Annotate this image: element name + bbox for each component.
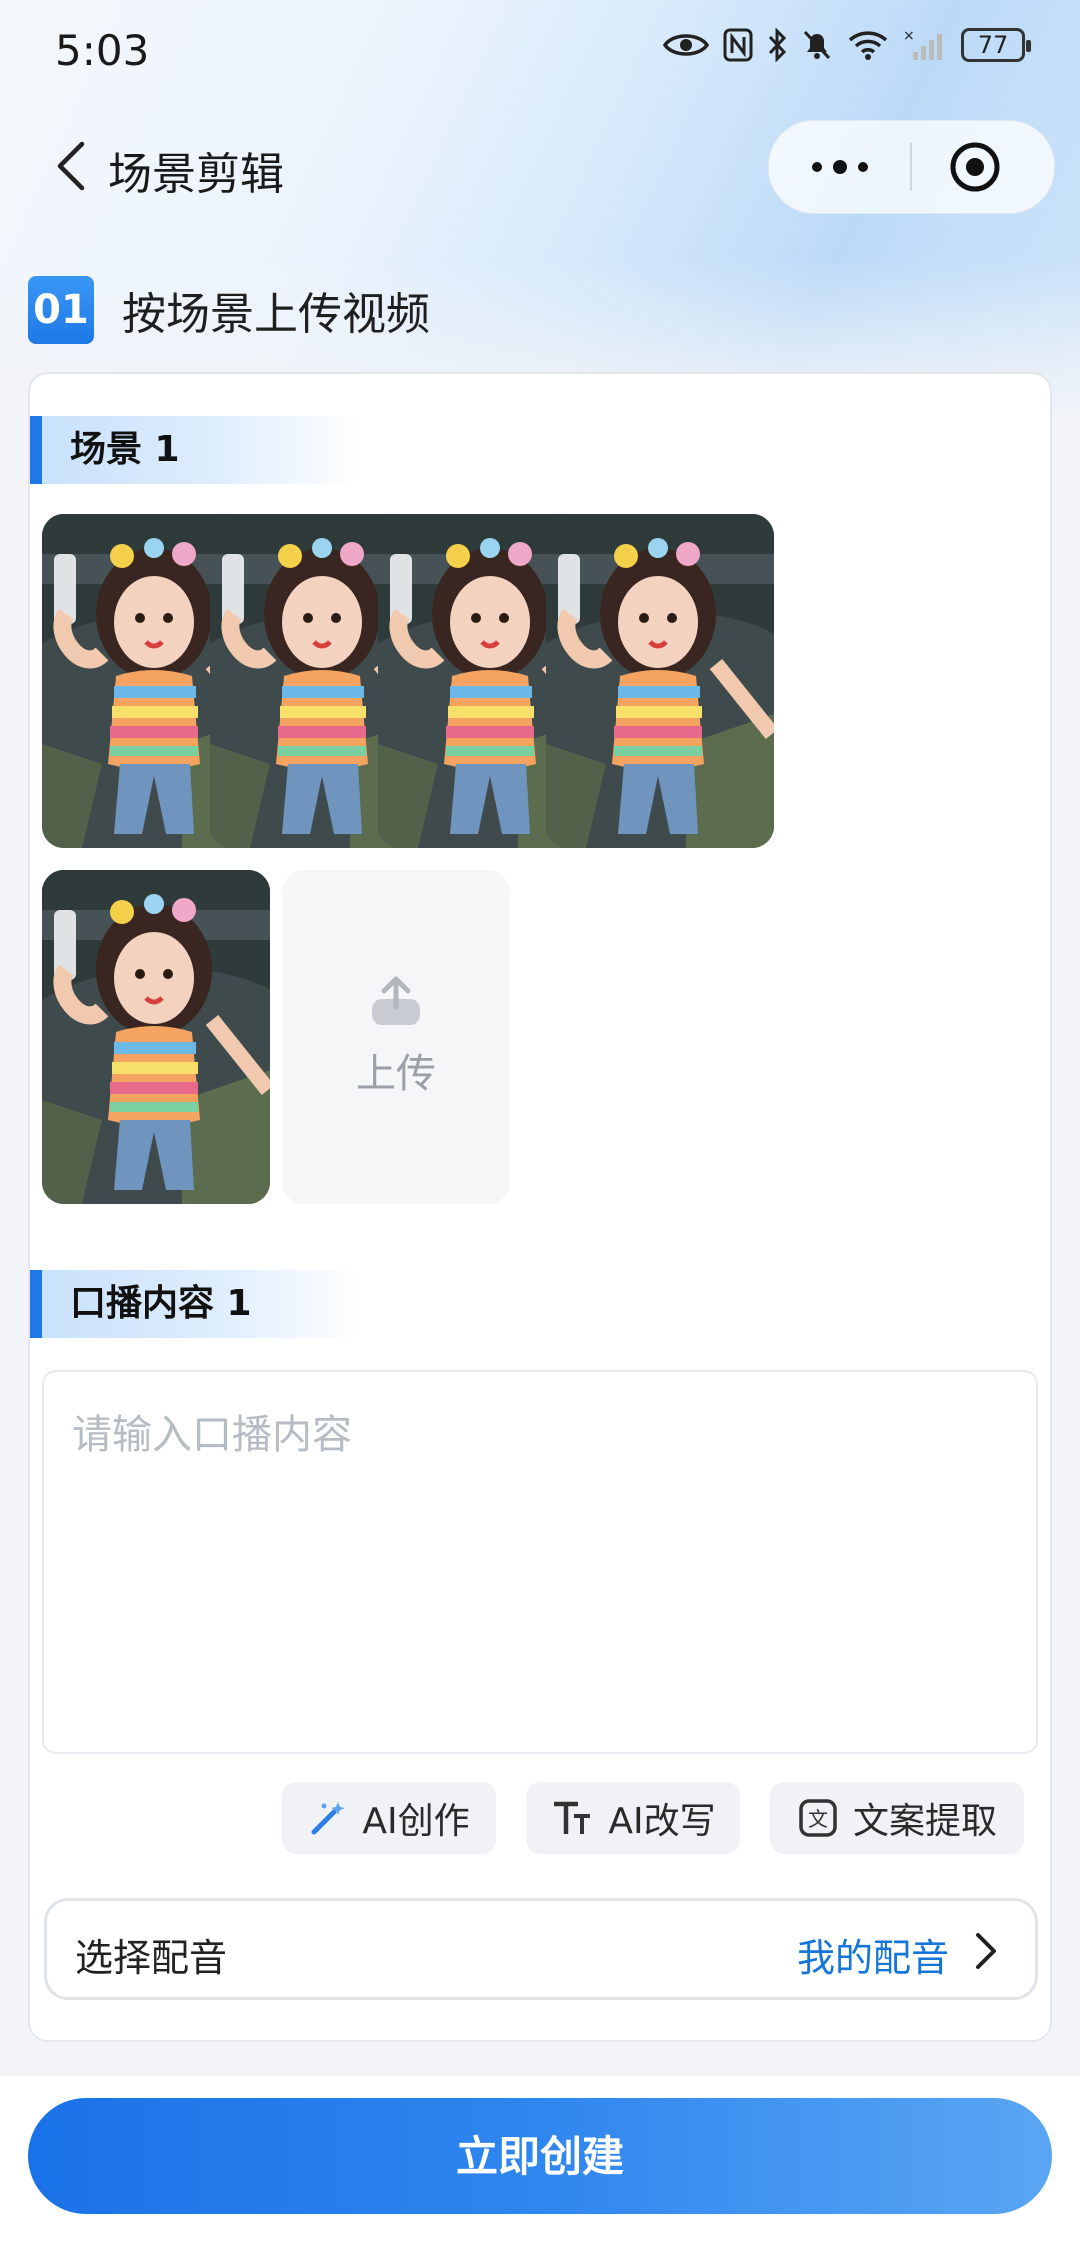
mute-bell-icon bbox=[803, 30, 831, 60]
close-target-icon[interactable] bbox=[949, 141, 1001, 193]
script-label: 口播内容 1 bbox=[30, 1270, 360, 1338]
bottom-action-bar: 立即创建 bbox=[0, 2076, 1080, 2244]
back-arrow-icon[interactable] bbox=[52, 140, 92, 192]
text-size-icon bbox=[554, 1801, 591, 1834]
ai-create-label: AI创作 bbox=[362, 1801, 470, 1842]
script-input[interactable]: 请输入口播内容 bbox=[42, 1370, 1038, 1754]
selfie-photo-image bbox=[42, 870, 270, 1204]
status-time: 5:03 bbox=[55, 26, 150, 75]
svg-text:×: × bbox=[903, 28, 915, 44]
section-header: 01 按场景上传视频 bbox=[28, 275, 430, 345]
scene-label: 场景 1 bbox=[30, 416, 360, 484]
ai-rewrite-button[interactable]: AI改写 bbox=[526, 1782, 740, 1854]
bluetooth-icon bbox=[768, 28, 787, 62]
voice-select-label: 选择配音 bbox=[75, 1936, 228, 1980]
status-bar: 5:03 × 77 bbox=[0, 0, 1080, 100]
svg-text:文: 文 bbox=[808, 1807, 828, 1831]
upload-icon bbox=[372, 976, 420, 1025]
magic-wand-icon bbox=[311, 1802, 346, 1835]
nfc-icon bbox=[723, 28, 753, 62]
my-voice-link[interactable]: 我的配音 bbox=[797, 1927, 949, 1982]
scene-card: 场景 1 上传 口播内容 1 请输入口播内容 AI创作 AI改写 文 文案提取 … bbox=[28, 372, 1052, 2042]
selfie-photo-image bbox=[546, 514, 774, 848]
extract-text-label: 文案提取 bbox=[852, 1801, 997, 1842]
ai-create-button[interactable]: AI创作 bbox=[282, 1782, 496, 1854]
extract-text-button[interactable]: 文 文案提取 bbox=[770, 1782, 1024, 1854]
more-dots-icon[interactable] bbox=[805, 151, 875, 183]
extract-text-icon: 文 bbox=[799, 1799, 837, 1837]
page-title: 场景剪辑 bbox=[108, 149, 284, 200]
step-number-badge: 01 bbox=[28, 276, 94, 344]
upload-label: 上传 bbox=[356, 1051, 436, 1097]
chevron-right-icon bbox=[976, 1933, 996, 1969]
section-title: 按场景上传视频 bbox=[122, 289, 430, 340]
status-icons: × 77 bbox=[663, 28, 1031, 62]
video-thumbnail[interactable] bbox=[546, 514, 774, 848]
mini-program-capsule bbox=[768, 120, 1055, 214]
video-thumbnail[interactable] bbox=[42, 870, 270, 1204]
voice-select-row[interactable]: 选择配音 我的配音 bbox=[44, 1898, 1038, 2000]
upload-tile[interactable]: 上传 bbox=[282, 870, 510, 1204]
create-now-button[interactable]: 立即创建 bbox=[28, 2098, 1052, 2214]
signal-icon: × bbox=[903, 28, 942, 60]
nav-bar: 场景剪辑 bbox=[0, 116, 1080, 216]
wifi-icon bbox=[848, 31, 888, 60]
battery-indicator: 77 bbox=[961, 28, 1031, 62]
capsule-divider bbox=[910, 143, 912, 191]
eye-icon bbox=[663, 34, 709, 56]
ai-rewrite-label: AI改写 bbox=[608, 1801, 716, 1842]
